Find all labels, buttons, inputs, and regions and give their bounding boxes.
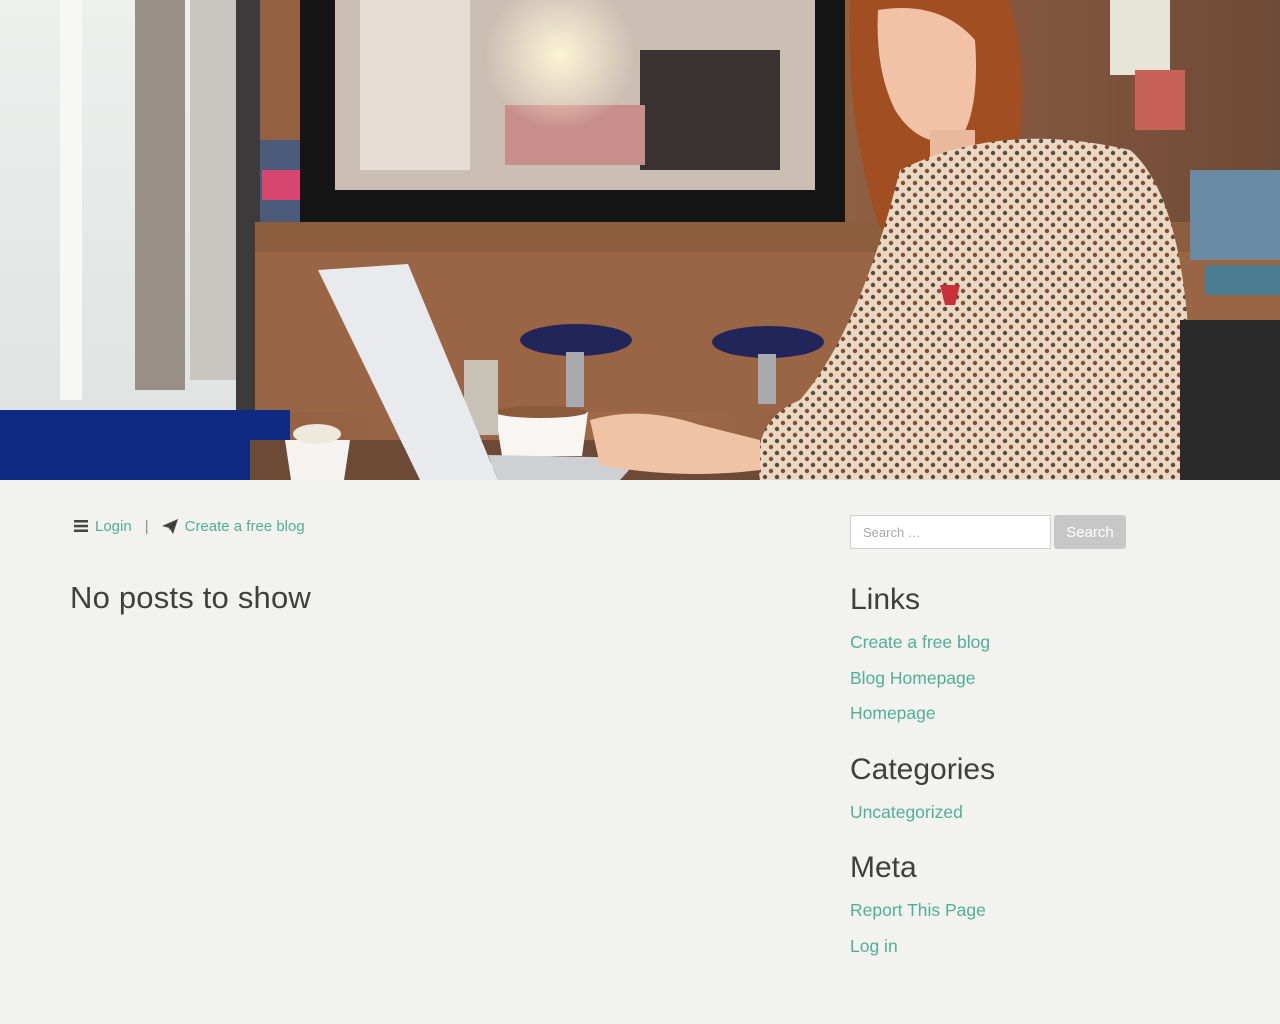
link-blog-homepage[interactable]: Blog Homepage [850,668,976,688]
link-log-in[interactable]: Log in [850,936,898,956]
list-item: Uncategorized [850,800,1210,836]
list-item: Homepage [850,701,1210,737]
categories-list: Uncategorized [850,800,1210,836]
search-input[interactable] [850,515,1051,549]
login-link[interactable]: Login [95,518,132,535]
search-button[interactable]: Search [1054,515,1126,549]
create-free-blog-link[interactable]: Create a free blog [185,518,305,535]
page-title: No posts to show [70,580,311,615]
list-item: Report This Page [850,898,1210,934]
links-widget-title: Links [850,583,921,616]
list-item: Blog Homepage [850,666,1210,702]
meta-widget: Meta Report This Page Log in [850,850,1210,969]
cafe-laptop-photo [0,0,1280,480]
list-item: Log in [850,934,1210,970]
page-content: Login | Create a free blog No posts to s… [0,480,1280,1024]
categories-widget: Categories Uncategorized [850,752,1210,836]
links-list: Create a free blog Blog Homepage Homepag… [850,630,1210,737]
links-widget: Links Create a free blog Blog Homepage H… [850,582,1210,737]
menu-icon[interactable] [74,519,88,533]
link-homepage[interactable]: Homepage [850,703,936,723]
nav-separator: | [144,517,149,535]
meta-widget-title: Meta [850,851,917,884]
list-item: Create a free blog [850,630,1210,666]
sidebar: Search Links Create a free blog Blog Hom… [850,515,1210,969]
top-navigation: Login | Create a free blog [74,513,305,539]
meta-list: Report This Page Log in [850,898,1210,969]
header-image [0,0,1280,480]
link-report-this-page[interactable]: Report This Page [850,900,986,920]
search-form: Search [850,515,1210,549]
paper-plane-icon [161,518,178,534]
category-uncategorized[interactable]: Uncategorized [850,802,963,822]
link-create-free-blog[interactable]: Create a free blog [850,632,990,652]
categories-widget-title: Categories [850,752,996,786]
